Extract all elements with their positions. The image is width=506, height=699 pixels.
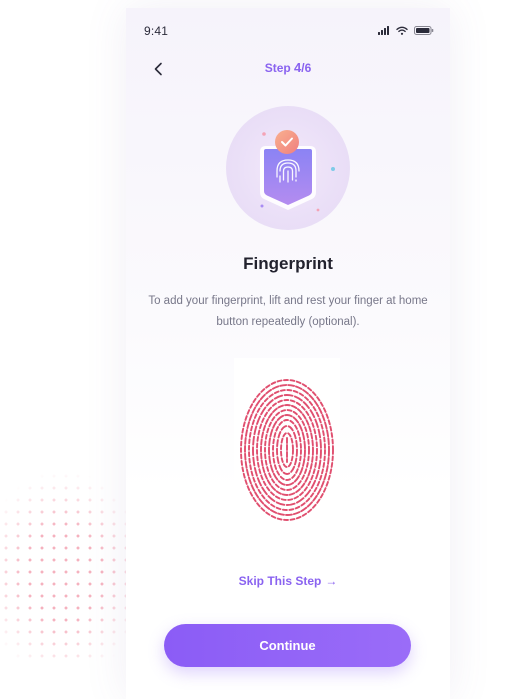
- step-prefix: Step: [264, 61, 295, 75]
- navigation-bar: Step 4/6: [126, 58, 450, 80]
- skip-label: Skip This Step: [238, 574, 322, 588]
- fingerprint-icon: [240, 379, 334, 521]
- page-title: Fingerprint: [243, 254, 333, 273]
- screen: 9:41 Step 4/6 Fingerprint To add your fi…: [0, 0, 506, 699]
- illustration-art: [260, 130, 335, 212]
- arrow-right-icon: →: [325, 574, 338, 588]
- fingerprint-scan-area[interactable]: [234, 358, 340, 524]
- status-icons: [378, 26, 434, 35]
- step-indicator: Step 4/6: [126, 60, 450, 75]
- status-bar: 9:41: [144, 24, 434, 40]
- sparkle-dot: [331, 167, 335, 171]
- battery-icon: [414, 26, 434, 35]
- phone-frame: 9:41 Step 4/6 Fingerprint To add your fi…: [126, 8, 450, 699]
- step-total: /6: [301, 61, 312, 75]
- status-time: 9:41: [144, 24, 169, 38]
- continue-button[interactable]: Continue: [164, 624, 411, 667]
- wifi-icon: [396, 26, 408, 35]
- page-description: To add your fingerprint, lift and rest y…: [148, 295, 428, 328]
- fingerprint-illustration: [226, 106, 350, 230]
- sparkle-dot: [262, 132, 266, 136]
- sparkle-dot: [260, 204, 264, 208]
- skip-step-link[interactable]: Skip This Step →: [126, 574, 450, 588]
- sparkle-dot: [316, 208, 320, 212]
- signal-icon: [378, 26, 389, 35]
- decorative-dot-pattern: [0, 470, 140, 660]
- check-badge-icon: [275, 130, 299, 154]
